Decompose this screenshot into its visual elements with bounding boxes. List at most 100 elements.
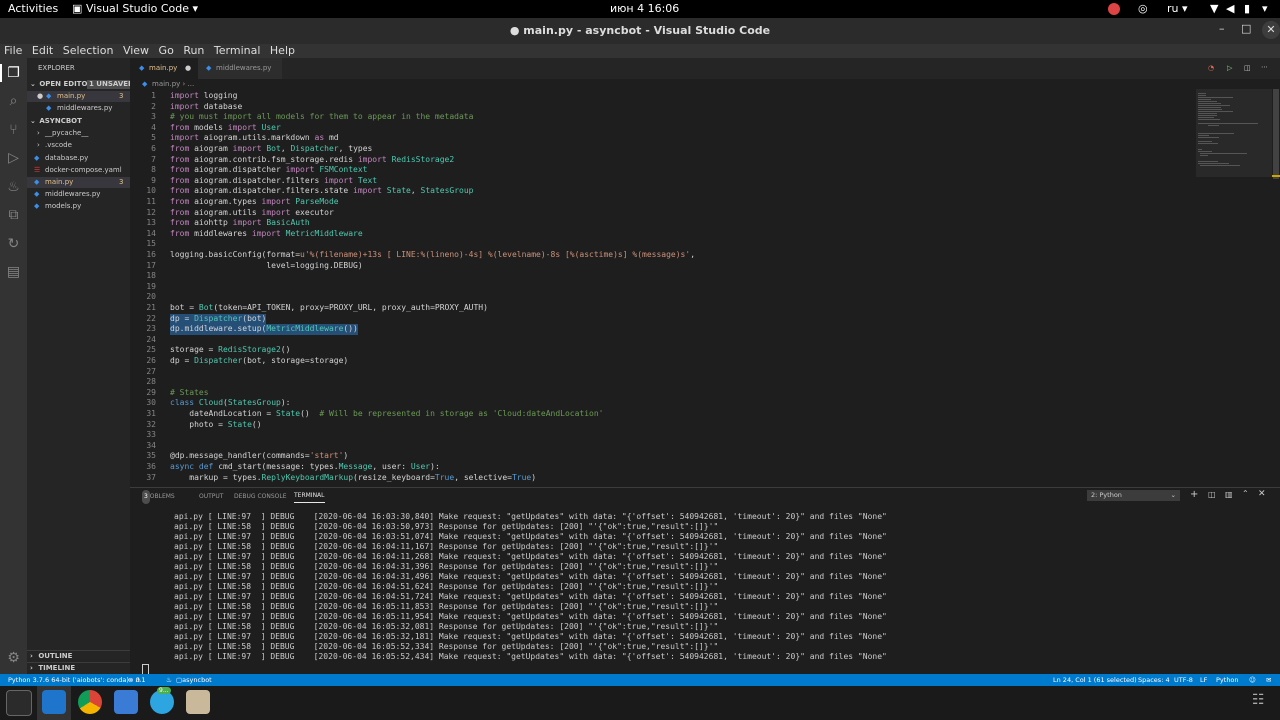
text-editor-dock-icon[interactable] <box>114 690 138 714</box>
open-editor-middlewares[interactable]: ◆ middlewares.py <box>27 103 130 114</box>
terminal-output[interactable]: api.py [ LINE:97 ] DEBUG [2020-06-04 16:… <box>130 512 1280 672</box>
battery-icon[interactable]: ▮ <box>1244 2 1250 15</box>
docker-icon[interactable]: ♨ <box>5 179 22 196</box>
chrome-tray-icon[interactable] <box>1108 3 1120 15</box>
terminal-select[interactable]: 2: Python ⌄ <box>1087 490 1180 501</box>
code-line[interactable]: from middlewares import MetricMiddleware <box>170 229 363 240</box>
files-dock-icon[interactable] <box>186 690 210 714</box>
breadcrumb-path[interactable]: main.py › ... <box>152 79 194 89</box>
split-editor-icon[interactable]: ◫ <box>1244 64 1251 72</box>
code-line[interactable]: photo = State() <box>170 420 261 431</box>
tab-debug-console[interactable]: DEBUG CONSOLE <box>234 490 287 504</box>
code-line[interactable]: logging.basicConfig(format=u'%(filename)… <box>170 250 695 261</box>
close-panel-icon[interactable]: ✕ <box>1258 489 1266 499</box>
code-line[interactable]: dp = Dispatcher(bot) <box>170 313 267 325</box>
menu-run[interactable]: Run <box>183 44 204 58</box>
tree-item-vscode[interactable]: › .vscode <box>27 140 130 151</box>
code-line[interactable]: dp = Dispatcher(bot, storage=storage) <box>170 356 348 367</box>
source-control-icon[interactable]: ⑂ <box>5 122 22 139</box>
workspace-status[interactable]: ▢ asyncbot <box>176 674 212 686</box>
folder-icon[interactable]: ▤ <box>5 264 22 281</box>
code-line[interactable]: import database <box>170 102 242 113</box>
minimize-icon[interactable]: – <box>1219 22 1225 35</box>
outline-header[interactable]: › OUTLINE <box>27 650 130 662</box>
scrollbar-thumb[interactable] <box>1273 89 1279 179</box>
code-line[interactable]: import logging <box>170 91 237 102</box>
extensions-icon[interactable]: ⧉ <box>5 207 22 224</box>
search-icon[interactable]: ⌕ <box>5 93 22 110</box>
code-line[interactable]: import aiogram.utils.markdown as md <box>170 133 339 144</box>
explorer-files-icon[interactable]: ❐ <box>5 65 22 82</box>
language-mode[interactable]: Python <box>1216 674 1239 686</box>
more-actions-icon[interactable]: ⋯ <box>1261 63 1268 71</box>
volume-icon[interactable]: ◀ <box>1226 2 1234 15</box>
encoding[interactable]: UTF-8 <box>1174 674 1193 686</box>
minimap[interactable] <box>1196 89 1272 487</box>
python-interpreter[interactable]: Python 3.7.6 64-bit ('aiobots': conda) <box>8 674 129 686</box>
chrome-dock-icon[interactable] <box>78 690 102 714</box>
split-terminal-icon[interactable]: ◫ <box>1208 490 1216 499</box>
new-terminal-icon[interactable]: + <box>1190 489 1198 500</box>
code-line[interactable]: async def cmd_start(message: types.Messa… <box>170 462 440 473</box>
docker-status-icon[interactable]: ♨ <box>166 674 172 686</box>
code-line[interactable]: from aiogram.dispatcher.filters import T… <box>170 176 377 187</box>
clock[interactable]: июн 4 16:06 <box>610 2 679 15</box>
tab-output[interactable]: OUTPUT <box>199 490 223 504</box>
trash-icon[interactable]: ▥ <box>1225 490 1233 499</box>
code-line[interactable]: from aiogram.types import ParseMode <box>170 197 339 208</box>
menu-file[interactable]: File <box>4 44 22 58</box>
maximize-icon[interactable]: □ <box>1241 22 1251 35</box>
code-line[interactable]: from aiohttp import BasicAuth <box>170 218 310 229</box>
close-icon[interactable]: ✕ <box>1262 21 1280 39</box>
code-editor[interactable]: 1 import logging 2 import database 3 # you mu… <box>130 89 1200 487</box>
settings-gear-icon[interactable]: ⚙ <box>5 650 22 667</box>
menu-go[interactable]: Go <box>159 44 174 58</box>
wifi-icon[interactable]: ▼ <box>1210 2 1218 15</box>
language-indicator[interactable]: ru ▾ <box>1167 2 1188 15</box>
tree-item-docker-compose[interactable]: ☰ docker-compose.yaml <box>27 165 130 176</box>
run-file-icon[interactable]: ▷ <box>1227 64 1232 72</box>
app-menu-button[interactable]: Visual Studio Code ▾ <box>86 2 198 15</box>
menu-selection[interactable]: Selection <box>63 44 114 58</box>
maximize-panel-icon[interactable]: ⌃ <box>1242 489 1249 498</box>
tree-item-pycache[interactable]: › __pycache__ <box>27 128 130 139</box>
notifications-icon[interactable]: ✉ <box>1266 674 1271 686</box>
system-menu-chevron-icon[interactable]: ▾ <box>1262 2 1268 15</box>
remote-explorer-icon[interactable]: ↻ <box>5 236 22 253</box>
terminal-app-icon[interactable] <box>6 690 32 716</box>
tab-terminal[interactable]: TERMINAL <box>294 490 325 503</box>
tree-item-main[interactable]: ◆ main.py 3 <box>27 177 130 188</box>
code-line[interactable]: # States <box>170 388 209 399</box>
activities-button[interactable]: Activities <box>8 2 58 15</box>
feedback-icon[interactable]: ☺ <box>1249 674 1256 686</box>
tree-item-models[interactable]: ◆ models.py <box>27 201 130 212</box>
code-line[interactable]: dp.middleware.setup(MetricMiddleware()) <box>170 324 358 335</box>
tray-icon[interactable]: ◎ <box>1138 2 1148 15</box>
problems-status[interactable]: ⊗ 0 ⚠ 1 <box>128 674 145 686</box>
tab-main[interactable]: ◆ main.py ● <box>130 58 198 79</box>
open-editor-main[interactable]: ● ◆ main.py 3 <box>27 91 130 102</box>
menu-edit[interactable]: Edit <box>32 44 53 58</box>
indentation[interactable]: Spaces: 4 <box>1138 674 1170 686</box>
code-line[interactable]: from aiogram.dispatcher import FSMContex… <box>170 165 368 176</box>
code-line[interactable]: from aiogram.contrib.fsm_storage.redis i… <box>170 155 454 166</box>
code-line[interactable]: from models import User <box>170 123 281 134</box>
code-line[interactable]: class Cloud(StatesGroup): <box>170 398 290 409</box>
timeline-header[interactable]: › TIMELINE <box>27 662 130 674</box>
code-line[interactable]: markup = types.ReplyKeyboardMarkup(resiz… <box>170 473 536 484</box>
unsaved-dot-icon[interactable]: ● <box>185 58 191 79</box>
code-line[interactable]: @dp.message_handler(commands='start') <box>170 451 348 462</box>
code-line[interactable]: # you must import all models for them to… <box>170 112 473 123</box>
editor-scrollbar[interactable] <box>1272 89 1280 487</box>
menu-terminal[interactable]: Terminal <box>214 44 261 58</box>
line-ending[interactable]: LF <box>1200 674 1207 686</box>
code-line[interactable]: from aiogram.utils import executor <box>170 208 334 219</box>
vscode-dock-icon[interactable] <box>42 690 66 714</box>
code-line[interactable]: from aiogram import Bot, Dispatcher, typ… <box>170 144 372 155</box>
code-line[interactable]: from aiogram.dispatcher.filters.state im… <box>170 186 473 197</box>
tree-item-database[interactable]: ◆ database.py <box>27 153 130 164</box>
cursor-position[interactable]: Ln 24, Col 1 (61 selected) <box>1053 674 1137 686</box>
menu-help[interactable]: Help <box>270 44 295 58</box>
project-header[interactable]: ⌄ ASYNCBOT <box>27 116 130 127</box>
open-changes-icon[interactable]: ◔ <box>1208 64 1214 72</box>
